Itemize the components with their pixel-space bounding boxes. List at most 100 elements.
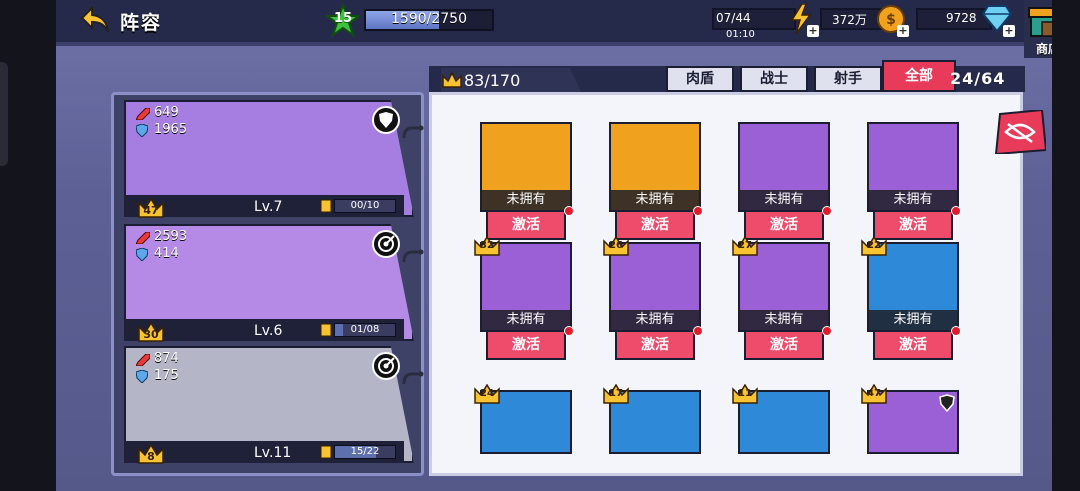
unit-card[interactable]: 32 未拥有 激活 — [474, 236, 574, 362]
notification-dot — [822, 206, 832, 216]
fragment-icon — [320, 323, 332, 337]
shield-icon — [372, 106, 400, 134]
team-level: Lv.7 — [254, 199, 283, 215]
back-arrow-icon[interactable] — [80, 6, 110, 34]
gold-value: 372万 — [832, 13, 867, 27]
page-title: 阵容 — [120, 12, 163, 34]
notification-dot — [693, 326, 703, 336]
unit-status: 未拥有 — [609, 190, 701, 210]
shield-stat-icon — [136, 370, 148, 383]
tab-archer[interactable]: 射手 — [814, 66, 882, 92]
unit-card[interactable]: 27 未拥有 激活 — [732, 236, 832, 362]
gems-value: 9728 — [946, 11, 977, 25]
unit-card[interactable]: 未拥有 激活 — [738, 122, 832, 242]
fragment-icon — [320, 445, 332, 459]
fragment-text: 01/08 — [350, 324, 380, 335]
unit-crown-level: 26 — [609, 240, 623, 251]
total-count: 24/64 — [950, 69, 1006, 88]
crown-icon — [442, 72, 462, 88]
shield-stat-icon — [136, 248, 148, 261]
unit-card[interactable]: 26 未拥有 激活 — [603, 236, 703, 362]
shop-label: 商店 — [1035, 42, 1052, 56]
fragment-text: 15/22 — [350, 446, 380, 457]
shop-icon — [1028, 7, 1052, 37]
team-defense: 1965 — [154, 122, 188, 137]
top-bar-stripe — [56, 42, 1052, 46]
unit-status: 未拥有 — [609, 310, 701, 330]
unit-card[interactable]: 未拥有 激活 — [609, 122, 703, 242]
activate-button[interactable]: 激活 — [873, 330, 953, 360]
gold-add-button[interactable]: $ + — [876, 4, 909, 37]
roster-count: 83/170 — [464, 71, 521, 90]
team-attack: 874 — [154, 351, 179, 366]
notification-dot — [822, 326, 832, 336]
notification-dot — [951, 326, 961, 336]
xp-text: 1590/2750 — [391, 11, 467, 27]
unit-card[interactable]: 未拥有 激活 — [480, 122, 574, 242]
notification-dot — [951, 206, 961, 216]
tab-warrior[interactable]: 战士 — [740, 66, 808, 92]
plus-icon: + — [1003, 24, 1015, 37]
unit-card[interactable]: 未拥有 激活 — [867, 122, 961, 242]
hook-icon — [402, 371, 424, 385]
unit-card[interactable]: 17 — [603, 384, 701, 454]
shield-stat-icon — [136, 124, 148, 137]
team-crown-level: 47 — [143, 204, 159, 217]
activate-button[interactable]: 激活 — [744, 330, 824, 360]
sword-icon — [136, 232, 150, 244]
hook-icon — [402, 125, 424, 139]
gems-add-button[interactable]: + — [981, 4, 1015, 37]
fragment-icon — [320, 199, 332, 213]
tab-tank[interactable]: 肉盾 — [666, 66, 734, 92]
unit-card[interactable]: 24 — [474, 384, 572, 454]
unit-crown-level: 22 — [867, 240, 881, 251]
player-level: 15 — [333, 11, 353, 26]
unit-crown-level: 47 — [867, 388, 881, 399]
notification-dot — [693, 206, 703, 216]
unit-status: 未拥有 — [738, 310, 830, 330]
target-icon — [372, 230, 400, 258]
unit-status: 未拥有 — [480, 310, 572, 330]
unit-card[interactable]: 11 — [732, 384, 830, 454]
team-card[interactable]: 649 1965 47 Lv.7 00/10 — [124, 100, 424, 218]
sword-icon — [136, 354, 150, 366]
target-icon — [372, 352, 400, 380]
unit-card[interactable]: 22 未拥有 激活 — [861, 236, 961, 362]
unit-status: 未拥有 — [738, 190, 830, 210]
svg-text:$: $ — [886, 12, 896, 28]
unit-crown-level: 32 — [480, 240, 494, 251]
fragment-text: 00/10 — [350, 200, 380, 211]
unit-crown-level: 24 — [480, 388, 494, 399]
team-crown-level: 30 — [143, 328, 159, 341]
unit-card[interactable]: 47 — [861, 384, 959, 454]
energy-timer: 01:10 — [726, 29, 755, 40]
team-level: Lv.11 — [254, 445, 292, 461]
shield-icon — [939, 394, 955, 412]
energy-value: 07/44 — [716, 11, 751, 25]
bezel-notch — [0, 62, 8, 166]
team-card[interactable]: 874 175 8 Lv.11 15/22 — [124, 346, 424, 464]
team-crown-level: 8 — [147, 450, 155, 463]
unit-crown-level: 27 — [738, 240, 752, 251]
unit-crown-level: 11 — [738, 388, 752, 399]
team-defense: 414 — [154, 246, 179, 261]
hook-icon — [402, 249, 424, 263]
energy-add-button[interactable]: + — [790, 3, 819, 37]
team-attack: 649 — [154, 105, 179, 120]
team-attack: 2593 — [154, 229, 188, 244]
team-level: Lv.6 — [254, 323, 283, 339]
tab-all[interactable]: 全部 — [882, 60, 956, 92]
activate-button[interactable]: 激活 — [486, 330, 566, 360]
plus-icon: + — [897, 24, 909, 37]
unit-status: 未拥有 — [480, 190, 572, 210]
left-bezel — [0, 0, 56, 491]
activate-button[interactable]: 激活 — [615, 330, 695, 360]
notification-dot — [564, 326, 574, 336]
team-card[interactable]: 2593 414 30 Lv.6 01/08 — [124, 224, 424, 342]
filter-eye-button[interactable] — [994, 110, 1046, 154]
unit-status: 未拥有 — [867, 190, 959, 210]
team-defense: 175 — [154, 368, 179, 383]
sword-icon — [136, 108, 150, 120]
notification-dot — [564, 206, 574, 216]
unit-crown-level: 17 — [609, 388, 623, 399]
